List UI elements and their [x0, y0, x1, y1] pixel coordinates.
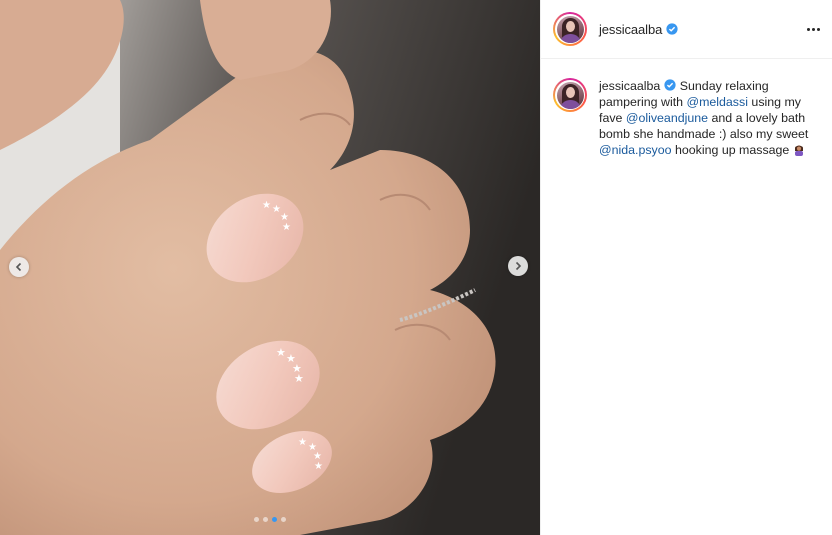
post-sidebar: jessicaalba jessicaalba Sunday relaxing …	[540, 0, 832, 535]
svg-text:★: ★	[282, 222, 291, 233]
next-slide-button[interactable]	[508, 256, 528, 276]
mention-oliveandjune[interactable]: @oliveandjune	[626, 111, 708, 125]
post-header: jessicaalba	[541, 0, 832, 59]
avatar[interactable]	[553, 12, 587, 46]
verified-badge-icon	[664, 79, 676, 91]
caption-text: jessicaalba Sunday relaxing pampering wi…	[599, 78, 814, 158]
svg-text:★: ★	[262, 200, 271, 211]
caption-username[interactable]: jessicaalba	[599, 79, 660, 93]
caption-avatar[interactable]	[553, 78, 587, 112]
carousel-dot	[272, 517, 277, 522]
svg-text:★: ★	[314, 461, 323, 472]
carousel-dot	[263, 517, 268, 522]
post-photo[interactable]: ★ ★ ★ ★ ★ ★ ★ ★ ★ ★ ★ ★	[0, 0, 540, 535]
carousel-dot	[281, 517, 286, 522]
verified-badge-icon	[666, 23, 678, 35]
chevron-left-icon	[15, 262, 22, 272]
mention-nida-psyoo[interactable]: @nida.psyoo	[599, 143, 672, 157]
previous-slide-button[interactable]	[9, 257, 29, 277]
manicure-photo: ★ ★ ★ ★ ★ ★ ★ ★ ★ ★ ★ ★	[0, 0, 540, 535]
caption-outro: hooking up massage	[674, 143, 790, 157]
post-caption: jessicaalba Sunday relaxing pampering wi…	[541, 59, 832, 158]
more-options-button[interactable]	[804, 22, 822, 36]
svg-text:★: ★	[294, 373, 304, 385]
header-username[interactable]: jessicaalba	[599, 22, 662, 37]
carousel-dot	[254, 517, 259, 522]
svg-text:★: ★	[276, 347, 286, 359]
chevron-right-icon	[515, 261, 522, 271]
mention-meldassi[interactable]: @meldassi	[686, 95, 747, 109]
massage-emoji-icon	[794, 145, 803, 156]
svg-text:★: ★	[298, 437, 307, 448]
carousel-indicator	[0, 517, 540, 522]
